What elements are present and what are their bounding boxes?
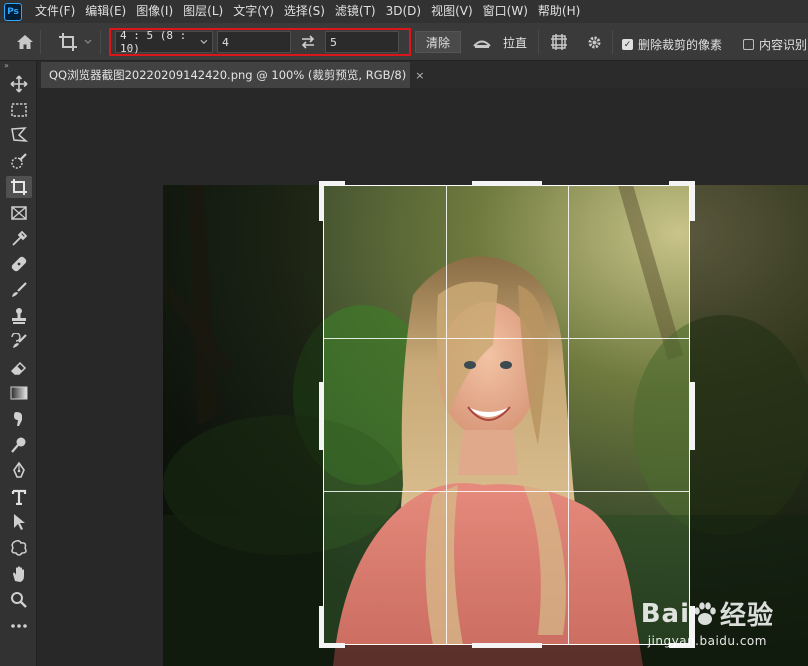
canvas-area[interactable]: Bai 经验 jingyan.baidu.com — [38, 88, 808, 666]
crop-grid-line — [568, 186, 569, 644]
eraser-tool-icon[interactable] — [0, 355, 37, 381]
crop-handle-top-right[interactable] — [690, 181, 695, 221]
ratio-height-input[interactable]: 5 — [325, 31, 399, 53]
close-icon[interactable]: × — [415, 69, 424, 82]
crop-tool-icon[interactable] — [0, 174, 37, 200]
straighten-icon[interactable] — [472, 32, 492, 52]
crop-handle-bottom[interactable] — [472, 643, 542, 648]
menu-window[interactable]: 窗口(W) — [478, 0, 533, 23]
divider — [538, 30, 539, 54]
clone-stamp-tool-icon[interactable] — [0, 303, 37, 329]
custom-shape-tool-icon[interactable] — [0, 535, 37, 561]
quick-select-tool-icon[interactable] — [0, 148, 37, 174]
overlay-grid-icon[interactable] — [548, 32, 570, 52]
options-bar: 4 : 5 (8 : 10) 4 5 清除 拉直 ✓ 删除裁剪的像素 内容识别 — [0, 23, 808, 61]
menu-3d[interactable]: 3D(D) — [381, 0, 426, 23]
crop-grid-line — [446, 186, 447, 644]
paw-logo-icon — [694, 601, 716, 625]
lasso-tool-icon[interactable] — [0, 123, 37, 149]
history-brush-tool-icon[interactable] — [0, 329, 37, 355]
brush-tool-icon[interactable] — [0, 277, 37, 303]
divider — [612, 30, 613, 54]
delete-cropped-label: 删除裁剪的像素 — [638, 38, 723, 52]
menu-file[interactable]: 文件(F) — [30, 0, 80, 23]
panel-collapse-icon[interactable]: » — [0, 61, 36, 71]
menu-view[interactable]: 视图(V) — [426, 0, 478, 23]
move-tool-icon[interactable] — [0, 71, 37, 97]
divider — [40, 30, 41, 54]
crop-handle-right[interactable] — [690, 382, 695, 450]
crop-handle-top[interactable] — [472, 181, 542, 186]
menu-bar: Ps 文件(F) 编辑(E) 图像(I) 图层(L) 文字(Y) 选择(S) 滤… — [0, 0, 808, 23]
crop-shield-left — [163, 185, 323, 666]
healing-brush-tool-icon[interactable] — [0, 252, 37, 278]
gear-icon[interactable] — [583, 32, 605, 52]
crop-grid-line — [324, 338, 689, 339]
menu-layer[interactable]: 图层(L) — [178, 0, 228, 23]
crop-box[interactable] — [323, 185, 690, 645]
content-aware-option[interactable]: 内容识别 — [743, 36, 807, 53]
hand-tool-icon[interactable] — [0, 561, 37, 587]
home-icon[interactable] — [14, 32, 36, 52]
more-tools-icon[interactable] — [0, 613, 37, 639]
crop-shield-right — [690, 185, 808, 666]
marquee-tool-icon[interactable] — [0, 97, 37, 123]
menu-help[interactable]: 帮助(H) — [533, 0, 585, 23]
content-aware-label: 内容识别 — [759, 38, 808, 52]
zoom-tool-icon[interactable] — [0, 587, 37, 613]
crop-handle-bottom-left[interactable] — [319, 643, 345, 648]
document-tab-bar: QQ浏览器截图20220209142420.png @ 100% (裁剪预览, … — [38, 61, 808, 88]
clear-button[interactable]: 清除 — [415, 31, 461, 53]
menu-image[interactable]: 图像(I) — [131, 0, 178, 23]
crop-shield-bottom — [323, 645, 690, 666]
ratio-preset-value: 4 : 5 (8 : 10) — [120, 29, 187, 55]
menu-edit[interactable]: 编辑(E) — [80, 0, 131, 23]
delete-cropped-pixels-option[interactable]: ✓ 删除裁剪的像素 — [622, 36, 722, 53]
ratio-preset-select[interactable]: 4 : 5 (8 : 10) — [115, 29, 213, 55]
watermark-url: jingyan.baidu.com — [647, 634, 767, 648]
path-selection-tool-icon[interactable] — [0, 510, 37, 536]
document-tab[interactable]: QQ浏览器截图20220209142420.png @ 100% (裁剪预览, … — [41, 62, 424, 88]
aspect-ratio-group: 4 : 5 (8 : 10) 4 5 — [109, 28, 411, 56]
gradient-tool-icon[interactable] — [0, 381, 37, 407]
eyedropper-tool-icon[interactable] — [0, 226, 37, 252]
frame-tool-icon[interactable] — [0, 200, 37, 226]
watermark-brand-left: Bai — [640, 598, 690, 629]
dodge-tool-icon[interactable] — [0, 432, 37, 458]
chevron-down-icon — [200, 39, 208, 45]
crop-handle-bottom-left[interactable] — [319, 606, 324, 646]
delete-cropped-checkbox[interactable]: ✓ — [622, 39, 633, 50]
baidu-jingyan-watermark: Bai 经验 jingyan.baidu.com — [640, 595, 774, 649]
crop-handle-left[interactable] — [319, 382, 324, 450]
watermark-brand-right: 经验 — [719, 601, 774, 631]
menu-type[interactable]: 文字(Y) — [228, 0, 279, 23]
photoshop-logo-icon[interactable]: Ps — [4, 2, 22, 21]
menu-select[interactable]: 选择(S) — [279, 0, 330, 23]
crop-grid-line — [324, 491, 689, 492]
crop-tool-preset-icon[interactable] — [56, 31, 94, 53]
tools-panel: » — [0, 61, 37, 666]
ratio-width-input[interactable]: 4 — [217, 31, 291, 53]
menu-filter[interactable]: 滤镜(T) — [330, 0, 381, 23]
divider — [100, 30, 101, 54]
straighten-label[interactable]: 拉直 — [503, 34, 527, 51]
type-tool-icon[interactable] — [0, 484, 37, 510]
document-tab-title: QQ浏览器截图20220209142420.png @ 100% (裁剪预览, … — [49, 68, 407, 82]
swap-dimensions-icon[interactable] — [291, 31, 325, 53]
pen-tool-icon[interactable] — [0, 458, 37, 484]
smudge-tool-icon[interactable] — [0, 406, 37, 432]
content-aware-checkbox[interactable] — [743, 39, 754, 50]
crop-handle-top-left[interactable] — [319, 181, 324, 221]
